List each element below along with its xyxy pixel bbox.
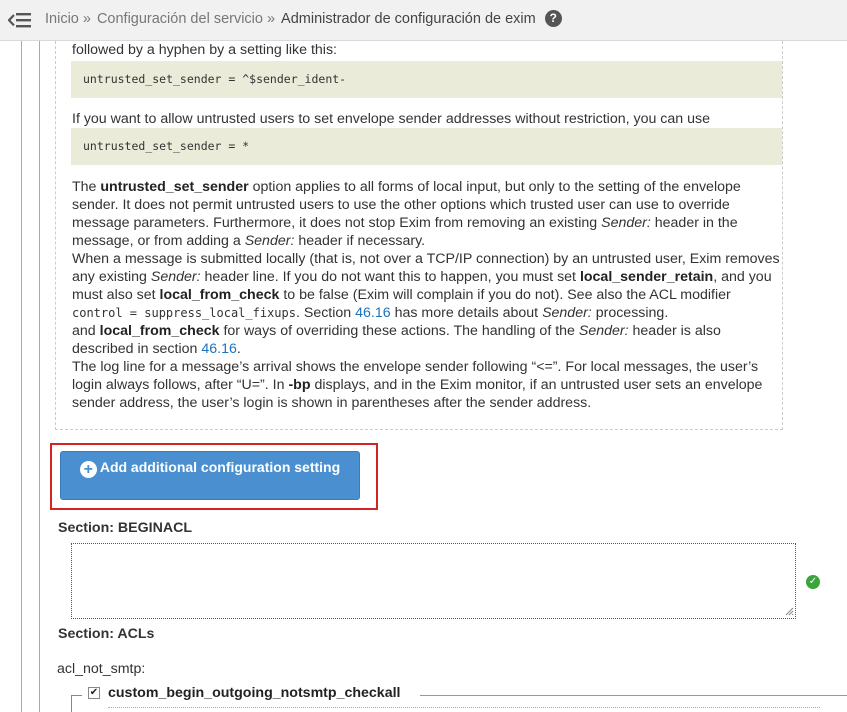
acl-item-name: custom_begin_outgoing_notsmtp_checkall bbox=[108, 685, 401, 701]
doc-paragraph: The untrusted_set_sender option applies … bbox=[72, 179, 741, 249]
acl-item-checkbox[interactable]: ✔ bbox=[88, 687, 100, 699]
acl-not-smtp-label: acl_not_smtp: bbox=[57, 661, 146, 677]
plus-circle-icon: + bbox=[79, 461, 97, 478]
section-title-beginacl: Section: BEGINACL bbox=[58, 520, 192, 536]
page-title: Administrador de configuración de exim bbox=[281, 10, 536, 27]
add-configuration-setting-button[interactable]: + Add additional configuration setting bbox=[60, 451, 360, 500]
doc-line: followed by a hyphen by a setting like t… bbox=[72, 42, 337, 58]
tree-guide-line bbox=[21, 41, 22, 712]
doc-line: If you want to allow untrusted users to … bbox=[72, 111, 711, 127]
documentation-panel: followed by a hyphen by a setting like t… bbox=[55, 41, 783, 430]
breadcrumb-bar: Inicio » Configuración del servicio » Ad… bbox=[0, 0, 847, 41]
doc-paragraph: When a message is submitted locally (tha… bbox=[72, 251, 780, 321]
documentation-text: followed by a hyphen by a setting like t… bbox=[71, 41, 782, 412]
section-title-acls: Section: ACLs bbox=[58, 626, 155, 642]
divider bbox=[420, 695, 847, 696]
tree-connector bbox=[71, 695, 82, 696]
resize-handle-icon[interactable] bbox=[784, 606, 794, 616]
beginacl-textarea[interactable] bbox=[71, 543, 796, 619]
tree-guide-line bbox=[39, 41, 40, 712]
check-circle-icon: ✓ bbox=[806, 575, 820, 589]
divider bbox=[108, 707, 820, 708]
section-link[interactable]: 46.16 bbox=[201, 341, 237, 357]
code-block: untrusted_set_sender = * bbox=[71, 128, 782, 165]
doc-paragraph: The log line for a message’s arrival sho… bbox=[72, 359, 763, 411]
collapse-menu-icon[interactable] bbox=[8, 11, 32, 29]
add-button-label: Add additional configuration setting bbox=[99, 459, 341, 475]
breadcrumb-home-link[interactable]: Inicio bbox=[45, 11, 79, 27]
breadcrumb-separator: » bbox=[266, 10, 276, 27]
code-block: untrusted_set_sender = ^$sender_ident- bbox=[71, 61, 782, 98]
doc-paragraph: and local_from_check for ways of overrid… bbox=[72, 323, 721, 357]
breadcrumb: Inicio » Configuración del servicio » Ad… bbox=[45, 10, 562, 27]
breadcrumb-service-config-link[interactable]: Configuración del servicio bbox=[97, 11, 263, 27]
breadcrumb-separator: » bbox=[82, 10, 91, 27]
section-link[interactable]: 46.16 bbox=[355, 305, 391, 321]
help-icon[interactable]: ? bbox=[544, 10, 562, 27]
tree-connector bbox=[71, 695, 72, 712]
